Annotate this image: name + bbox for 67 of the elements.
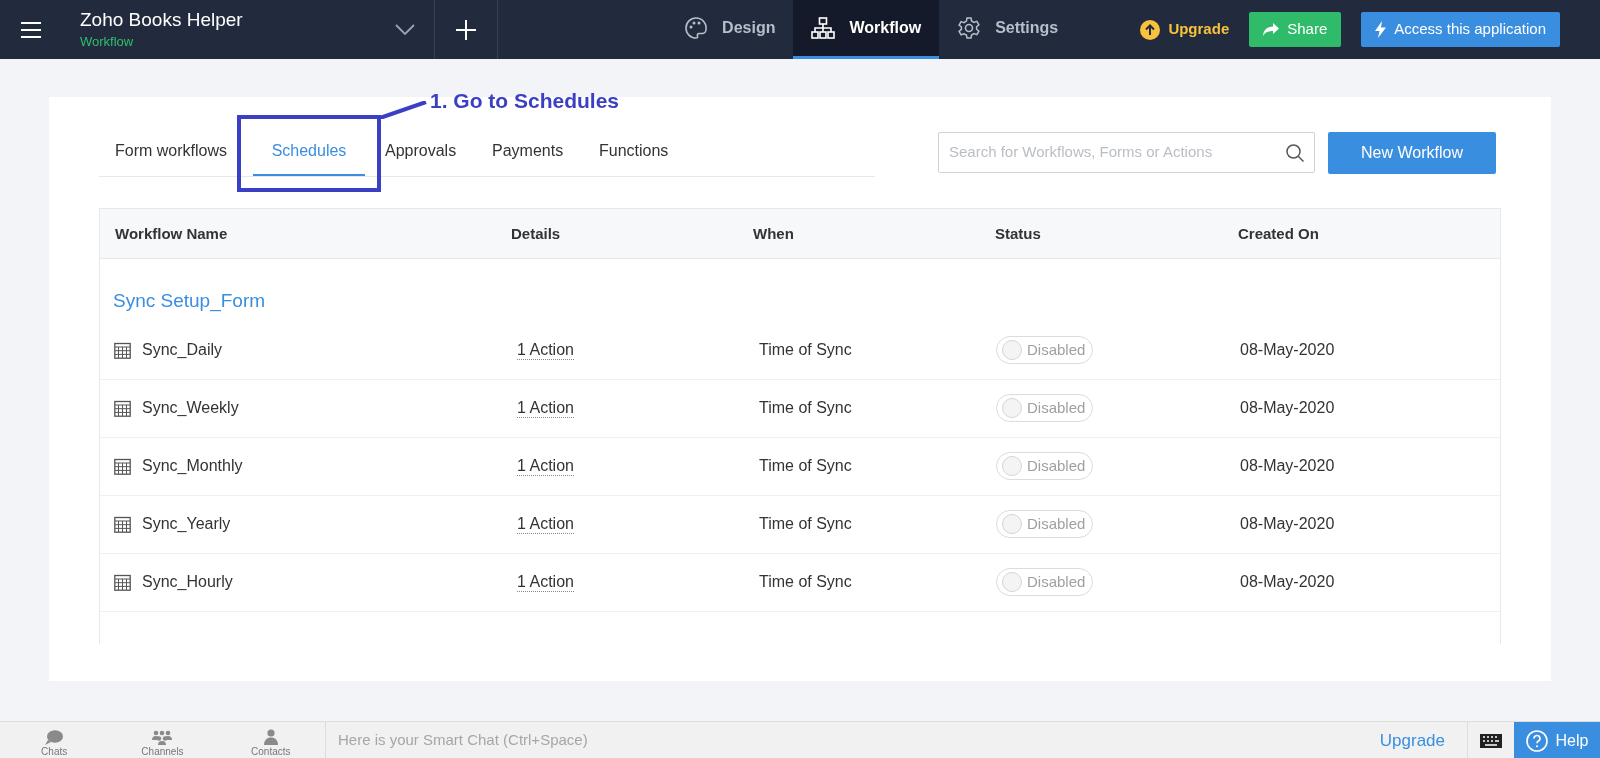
nav-tab[interactable]: Settings (939, 0, 1077, 59)
column-header: Status (995, 224, 1041, 242)
search-input[interactable]: Search for Workflows, Forms or Actions (949, 141, 1286, 164)
when-cell: Time of Sync (759, 341, 852, 358)
workflow-name[interactable]: Sync_Daily (142, 338, 223, 362)
created-date: 08-May-2020 (1240, 457, 1335, 474)
calendar-icon (114, 573, 131, 591)
annotation-line (379, 101, 427, 119)
tab[interactable]: Payments (475, 132, 582, 176)
calendar-icon (114, 457, 131, 475)
upgrade-label: Upgrade (1168, 19, 1230, 40)
tab[interactable]: Form workflows (99, 132, 253, 176)
workflow-name[interactable]: Sync_Yearly (142, 512, 231, 536)
when-cell: Time of Sync (759, 399, 852, 416)
palette-icon (684, 16, 709, 40)
workflow-name[interactable]: Sync_Hourly (142, 570, 233, 594)
share-arrow-icon (1263, 23, 1280, 36)
menu-icon[interactable] (20, 21, 42, 38)
search-icon (1286, 143, 1304, 162)
action-count-link[interactable]: 1 Action (517, 399, 574, 418)
calendar-icon (114, 341, 131, 359)
when-cell: Time of Sync (759, 515, 852, 532)
column-header: Created On (1238, 224, 1319, 242)
nav-tab[interactable]: Design (666, 0, 794, 59)
action-count-link[interactable]: 1 Action (517, 341, 574, 360)
calendar-icon (114, 399, 131, 417)
plus-icon[interactable] (455, 18, 477, 41)
question-circle-icon (1525, 729, 1548, 752)
help-label: Help (1555, 730, 1589, 751)
action-count-link[interactable]: 1 Action (517, 573, 574, 592)
calendar-icon (114, 515, 131, 533)
lightning-icon (1375, 21, 1387, 38)
tab[interactable]: Functions (582, 132, 669, 176)
when-cell: Time of Sync (759, 457, 852, 474)
column-header: When (753, 224, 794, 242)
keyboard-icon[interactable] (1480, 733, 1502, 748)
share-label: Share (1287, 19, 1328, 40)
chat-bar-tab[interactable]: Contacts (216, 722, 325, 758)
chat-bubble-icon (45, 730, 64, 745)
search-field[interactable]: Search for Workflows, Forms or Actions (938, 132, 1315, 173)
workflow-name[interactable]: Sync_Weekly (142, 396, 239, 420)
workflow-name[interactable]: Sync_Monthly (142, 454, 243, 478)
chat-bar-tab[interactable]: Chats (0, 722, 109, 758)
action-count-link[interactable]: 1 Action (517, 457, 574, 476)
person-icon (263, 729, 278, 745)
when-cell: Time of Sync (759, 573, 852, 590)
created-date: 08-May-2020 (1240, 573, 1335, 590)
created-date: 08-May-2020 (1240, 341, 1335, 358)
tab[interactable]: Schedules (253, 132, 365, 176)
upgrade-button[interactable]: Upgrade (1140, 18, 1230, 41)
arrow-up-circle-icon (1140, 19, 1161, 40)
created-date: 08-May-2020 (1240, 399, 1335, 416)
chat-bar-tab[interactable]: Channels (108, 722, 217, 758)
action-count-link[interactable]: 1 Action (517, 515, 574, 534)
created-date: 08-May-2020 (1240, 515, 1335, 532)
nav-tab[interactable]: Workflow (793, 0, 940, 59)
app-subtitle: Workflow (80, 32, 135, 51)
hierarchy-icon (811, 17, 836, 39)
tab[interactable]: Approvals (365, 132, 475, 176)
access-label: Access this application (1394, 19, 1546, 40)
app-title: Zoho Books Helper (80, 7, 244, 32)
column-header: Workflow Name (115, 224, 228, 242)
settings-icon (957, 16, 982, 40)
annotation-text: 1. Go to Schedules (430, 89, 620, 113)
people-group-icon (152, 730, 173, 745)
column-header: Details (511, 224, 561, 242)
chevron-down-icon[interactable] (394, 24, 415, 35)
